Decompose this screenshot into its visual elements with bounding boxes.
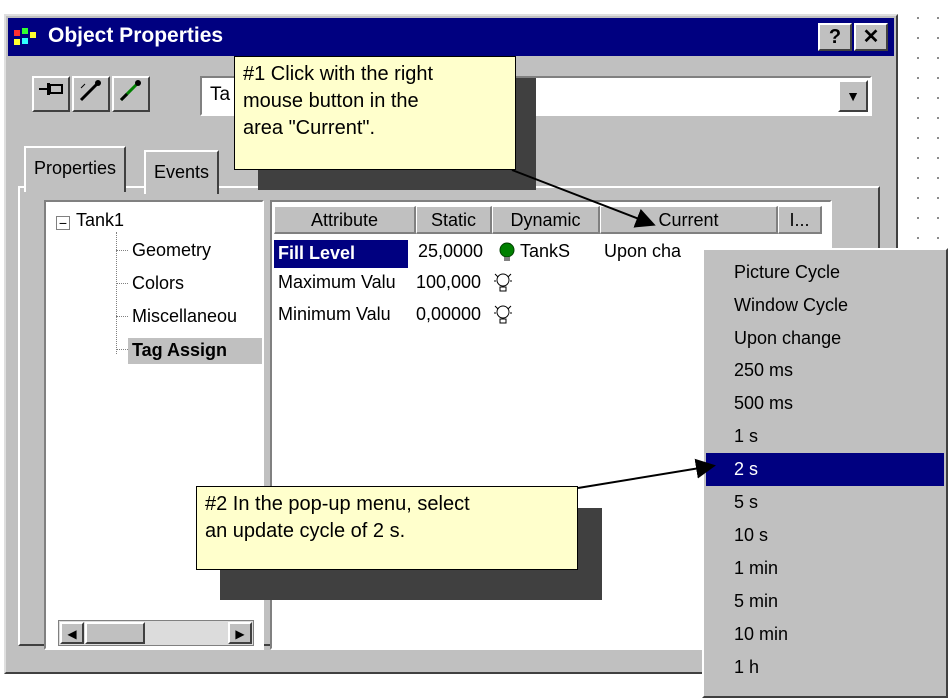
tab-properties[interactable]: Properties [24, 146, 127, 192]
arrow-to-current-column [511, 169, 656, 228]
arrow-to-2s-item [577, 458, 716, 489]
annotation-arrows [511, 169, 716, 489]
